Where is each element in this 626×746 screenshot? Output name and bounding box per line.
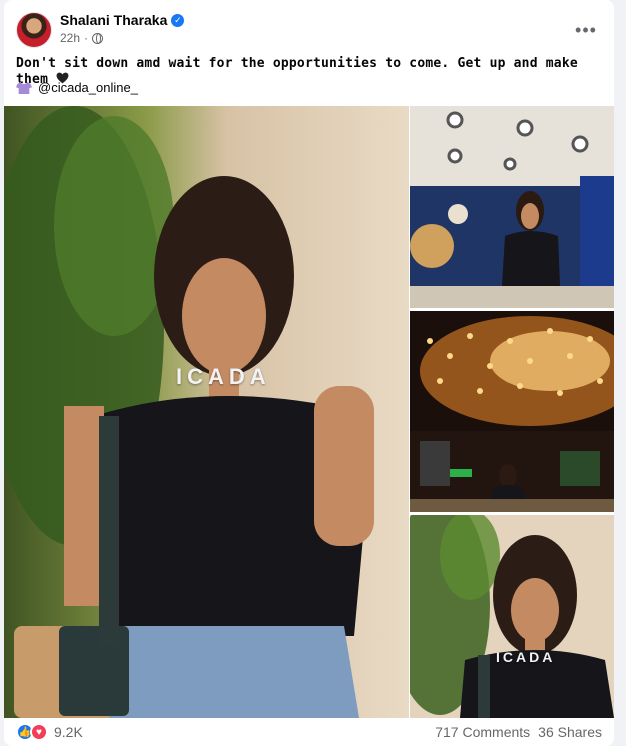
post-card: Shalani Tharaka ✓ 22h · ••• Don't sit do… [4, 0, 614, 746]
post-footer: 👍 ♥ 9.2K 717 Comments 36 Shares [16, 720, 602, 744]
separator-dot: · [84, 31, 89, 45]
comments-count-link[interactable]: 717 Comments [435, 724, 530, 740]
post-meta: 22h · [60, 31, 104, 45]
shares-count-link[interactable]: 36 Shares [538, 724, 602, 740]
tag-line: @cicada_online_ [16, 80, 138, 95]
reaction-icons[interactable]: 👍 ♥ [16, 723, 48, 741]
ellipsis-icon: ••• [575, 19, 597, 40]
shirt-print: ICADA [176, 364, 271, 389]
post-time[interactable]: 22h [60, 31, 80, 45]
tagged-account-link[interactable]: @cicada_online_ [38, 80, 138, 95]
photo-main-illustration [4, 106, 409, 718]
photo-lounge-illustration [410, 311, 614, 512]
love-reaction-icon: ♥ [30, 723, 48, 741]
photo-gallery: ICADA ICADA [4, 106, 614, 718]
photo-lobby-illustration [410, 106, 614, 308]
verified-badge-icon: ✓ [171, 13, 185, 27]
post-stats: 717 Comments 36 Shares [435, 724, 602, 740]
avatar[interactable] [16, 12, 52, 48]
author-name[interactable]: Shalani Tharaka [60, 12, 167, 28]
shirt-print-small: ICADA [496, 649, 556, 665]
photo-portrait[interactable]: ICADA [410, 515, 614, 718]
globe-icon [92, 32, 104, 44]
photo-main[interactable]: ICADA [4, 106, 409, 718]
post-header: Shalani Tharaka ✓ 22h · ••• [16, 12, 602, 52]
author-row: Shalani Tharaka ✓ [60, 12, 185, 28]
tshirt-icon [16, 81, 32, 94]
photo-lounge[interactable] [410, 311, 614, 512]
photo-lobby[interactable] [410, 106, 614, 308]
more-options-button[interactable]: ••• [572, 16, 600, 44]
reaction-count[interactable]: 9.2K [54, 724, 83, 740]
photo-portrait-illustration [410, 515, 614, 718]
